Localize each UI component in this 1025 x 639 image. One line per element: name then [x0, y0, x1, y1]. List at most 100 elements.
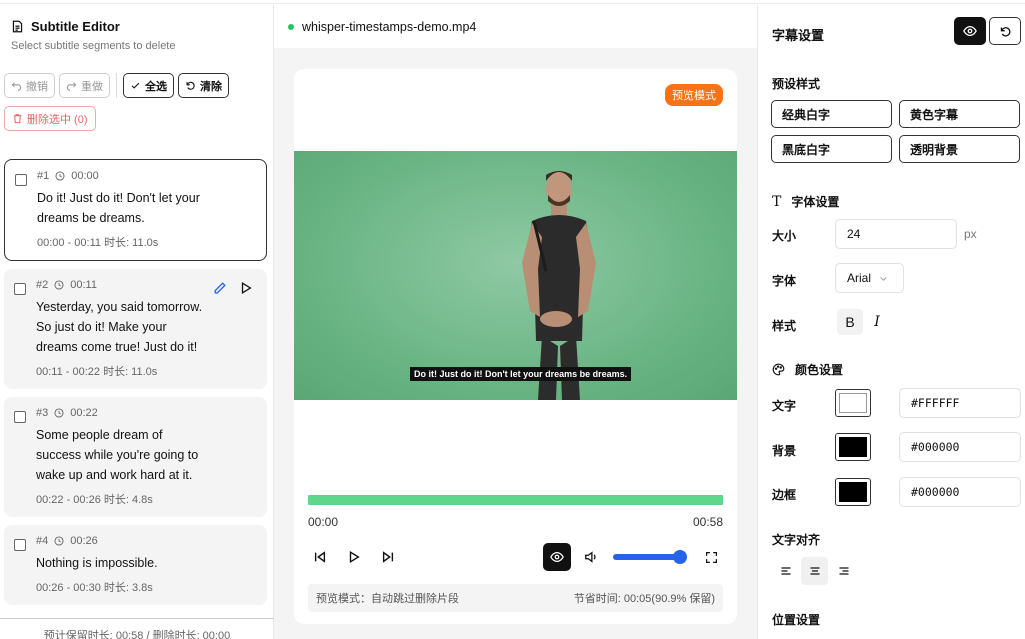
- toolbar-divider: [116, 73, 117, 98]
- pencil-icon[interactable]: [213, 281, 227, 295]
- volume-button[interactable]: [579, 545, 603, 569]
- subtitle-editor-panel: Subtitle Editor Select subtitle segments…: [0, 5, 274, 639]
- delete-selected-label: 删除选中 (0): [27, 113, 88, 126]
- segment-meta: 00:22 - 00:26 时长: 4.8s: [36, 494, 153, 506]
- play-button[interactable]: [342, 545, 366, 569]
- segment-checkbox[interactable]: [14, 539, 26, 551]
- preview-settings-button[interactable]: [954, 17, 986, 45]
- segment-item[interactable]: #3 00:22 Some people dream of success wh…: [4, 397, 267, 517]
- skip-forward-button[interactable]: [376, 545, 400, 569]
- clock-icon: [54, 536, 64, 546]
- segment-start: 00:26: [70, 535, 98, 547]
- select-all-label: 全选: [145, 80, 167, 93]
- preview-toggle-button[interactable]: [543, 543, 571, 571]
- bold-toggle[interactable]: B: [837, 309, 863, 335]
- segment-item[interactable]: #2 00:11 Yesterday, you said tomorrow. S…: [4, 269, 267, 389]
- color-settings-text: 颜色设置: [795, 363, 844, 377]
- segment-number: #2: [36, 279, 49, 291]
- clock-icon: [54, 408, 64, 418]
- segment-item[interactable]: #4 00:26 Nothing is impossible. 00:26 - …: [4, 525, 267, 605]
- segment-text: Do it! Just do it! Don't let your dreams…: [37, 191, 200, 225]
- undo-button[interactable]: 撤销: [4, 73, 55, 98]
- segment-header: #3 00:22: [36, 407, 257, 419]
- border-color-input[interactable]: #000000: [899, 477, 1021, 507]
- editor-toolbar: 撤销 重做 全选 清除: [4, 73, 229, 98]
- text-color-label: 文字: [772, 399, 797, 413]
- position-heading-text: 位置设置: [772, 613, 821, 627]
- redo-label: 重做: [81, 80, 103, 93]
- align-left-button[interactable]: [772, 557, 799, 585]
- fullscreen-icon: [705, 551, 717, 563]
- play-icon[interactable]: [239, 281, 253, 295]
- redo-icon: [66, 82, 77, 91]
- volume-slider[interactable]: [613, 550, 687, 564]
- segment-meta: 00:11 - 00:22 时长: 11.0s: [36, 366, 158, 378]
- presets-heading-text: 预设样式: [772, 77, 821, 91]
- preset-button[interactable]: 黄色字幕: [899, 100, 1020, 128]
- skip-back-button[interactable]: [308, 545, 332, 569]
- top-divider: [0, 0, 1025, 4]
- preset-button[interactable]: 透明背景: [899, 135, 1020, 163]
- time-display: 00:00 00:58: [308, 515, 723, 529]
- segment-header: #4 00:26: [36, 535, 257, 547]
- text-color-swatch[interactable]: [835, 389, 871, 417]
- position-heading: 位置设置: [772, 611, 820, 628]
- border-color-swatch[interactable]: [835, 478, 871, 506]
- size-unit: px: [964, 227, 977, 241]
- redo-button[interactable]: 重做: [59, 73, 110, 98]
- bg-color-input[interactable]: #000000: [899, 432, 1021, 462]
- timeline-progress-bar[interactable]: [308, 495, 723, 505]
- preview-panel: whisper-timestamps-demo.mp4 预览模式 Do it! …: [274, 5, 757, 639]
- align-right-button[interactable]: [830, 557, 857, 585]
- preset-button[interactable]: 经典白字: [771, 100, 892, 128]
- color-settings-heading: 颜色设置: [772, 361, 843, 378]
- font-label: 字体: [772, 274, 797, 288]
- clear-button[interactable]: 清除: [178, 73, 229, 98]
- type-icon: T: [772, 193, 782, 210]
- trash-icon: [13, 114, 22, 124]
- saved-time-info: 节省时间: 00:05(90.9% 保留): [573, 593, 715, 605]
- segment-checkbox[interactable]: [15, 174, 27, 186]
- fullscreen-button[interactable]: [699, 545, 723, 569]
- segment-text: Some people dream of success while you'r…: [36, 428, 199, 482]
- segment-checkbox[interactable]: [14, 283, 26, 295]
- rotate-ccw-icon: [186, 81, 195, 90]
- segment-start: 00:00: [71, 170, 99, 182]
- delete-selected-button[interactable]: 删除选中 (0): [4, 106, 96, 131]
- clock-icon: [54, 280, 64, 290]
- italic-toggle[interactable]: I: [864, 309, 890, 335]
- segment-header: #1 00:00: [37, 170, 256, 182]
- segment-item[interactable]: #1 00:00 Do it! Just do it! Don't let yo…: [4, 159, 267, 261]
- segment-list: #1 00:00 Do it! Just do it! Don't let yo…: [4, 159, 267, 605]
- reset-settings-button[interactable]: [989, 17, 1021, 45]
- undo-label: 撤销: [26, 80, 48, 93]
- size-label: 大小: [772, 229, 797, 243]
- font-family-select[interactable]: Arial: [835, 263, 904, 293]
- total-time: 00:58: [692, 515, 723, 529]
- panel-title-text: Subtitle Editor: [31, 19, 120, 34]
- align-center-icon: [810, 567, 819, 575]
- segment-actions: [213, 281, 253, 295]
- bg-color-swatch[interactable]: [835, 433, 871, 461]
- presets-heading: 预设样式: [772, 75, 820, 92]
- video-frame[interactable]: Do it! Just do it! Don't let your dreams…: [294, 151, 737, 400]
- panel-header: Subtitle Editor Select subtitle segments…: [11, 19, 175, 52]
- text-color-input[interactable]: #FFFFFF: [899, 388, 1021, 418]
- font-size-input[interactable]: 24: [835, 219, 957, 249]
- bg-color-label: 背景: [772, 444, 797, 458]
- segment-number: #3: [36, 407, 49, 419]
- file-name: whisper-timestamps-demo.mp4: [302, 19, 477, 34]
- volume-slider-handle[interactable]: [673, 550, 687, 564]
- eye-icon: [550, 551, 564, 563]
- preview-mode-badge: 预览模式: [665, 84, 723, 106]
- subtitle-settings-panel: 字幕设置 预设样式 经典白字 黄色字幕 黑底白字 透明背景 T 字体设置 大小 …: [757, 5, 1025, 639]
- align-center-button[interactable]: [801, 557, 828, 585]
- select-all-button[interactable]: 全选: [123, 73, 174, 98]
- align-heading: 文字对齐: [772, 531, 820, 548]
- duration-summary: 预计保留时长: 00:58 / 删除时长: 00:00: [0, 618, 274, 639]
- panel-subtitle: Select subtitle segments to delete: [11, 40, 176, 52]
- clock-icon: [55, 171, 65, 181]
- alignment-controls: [772, 557, 857, 585]
- segment-checkbox[interactable]: [14, 411, 26, 423]
- preset-button[interactable]: 黑底白字: [771, 135, 892, 163]
